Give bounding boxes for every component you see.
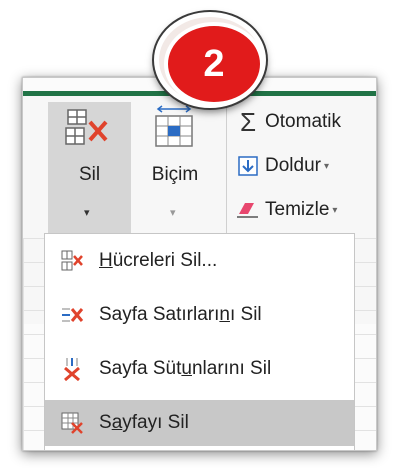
- menu-item-label: Sayfayı Sil: [99, 412, 189, 433]
- fill-button[interactable]: Doldur ▾: [235, 150, 329, 182]
- clear-button[interactable]: Temizle ▾: [235, 194, 337, 226]
- delete-button[interactable]: Sil ▾: [48, 102, 131, 240]
- chevron-down-icon: ▾: [170, 207, 176, 219]
- delete-button-label: Sil: [78, 164, 101, 185]
- step-badge: 2: [164, 22, 264, 106]
- format-cells-icon: [155, 105, 193, 147]
- group-divider: [226, 104, 227, 238]
- excel-ribbon-window: Sil ▾ Biçim ▾ Σ Otomatik Doldur ▾ Temizl…: [22, 77, 377, 451]
- clear-label: Temizle: [265, 199, 330, 220]
- delete-columns-icon: [45, 357, 99, 381]
- chevron-down-icon: ▾: [323, 160, 330, 172]
- menu-item-delete-rows[interactable]: Sayfa Satırlarını Sil: [45, 292, 354, 338]
- delete-cells-large-icon: [65, 109, 108, 145]
- menu-item-label: Sayfa Satırlarını Sil: [99, 304, 262, 325]
- sigma-icon: Σ: [239, 106, 257, 137]
- menu-item-delete-columns[interactable]: Sayfa Sütunlarını Sil: [45, 346, 354, 392]
- delete-sheet-icon: [45, 411, 99, 435]
- autosum-button[interactable]: Σ Otomatik: [235, 106, 341, 138]
- format-button[interactable]: Biçim ▾: [135, 102, 215, 240]
- fill-label: Doldur: [265, 155, 321, 176]
- delete-cells-icon: [45, 250, 99, 272]
- fill-down-icon: [235, 156, 261, 176]
- delete-rows-icon: [45, 304, 99, 326]
- menu-item-label: Hücreleri Sil...: [99, 250, 218, 271]
- format-button-label: Biçim: [151, 164, 199, 185]
- eraser-icon: [235, 200, 261, 220]
- autosum-label: Otomatik: [265, 111, 342, 132]
- chevron-down-icon: ▾: [332, 204, 338, 216]
- menu-item-delete-cells[interactable]: Hücreleri Sil...: [45, 238, 354, 284]
- menu-item-delete-sheet[interactable]: Sayfayı Sil: [45, 400, 354, 446]
- chevron-down-icon: ▾: [84, 207, 90, 219]
- delete-dropdown-menu: Hücreleri Sil... Sayfa Satırlarını Sil S…: [44, 233, 355, 450]
- menu-item-label: Sayfa Sütunlarını Sil: [99, 358, 272, 379]
